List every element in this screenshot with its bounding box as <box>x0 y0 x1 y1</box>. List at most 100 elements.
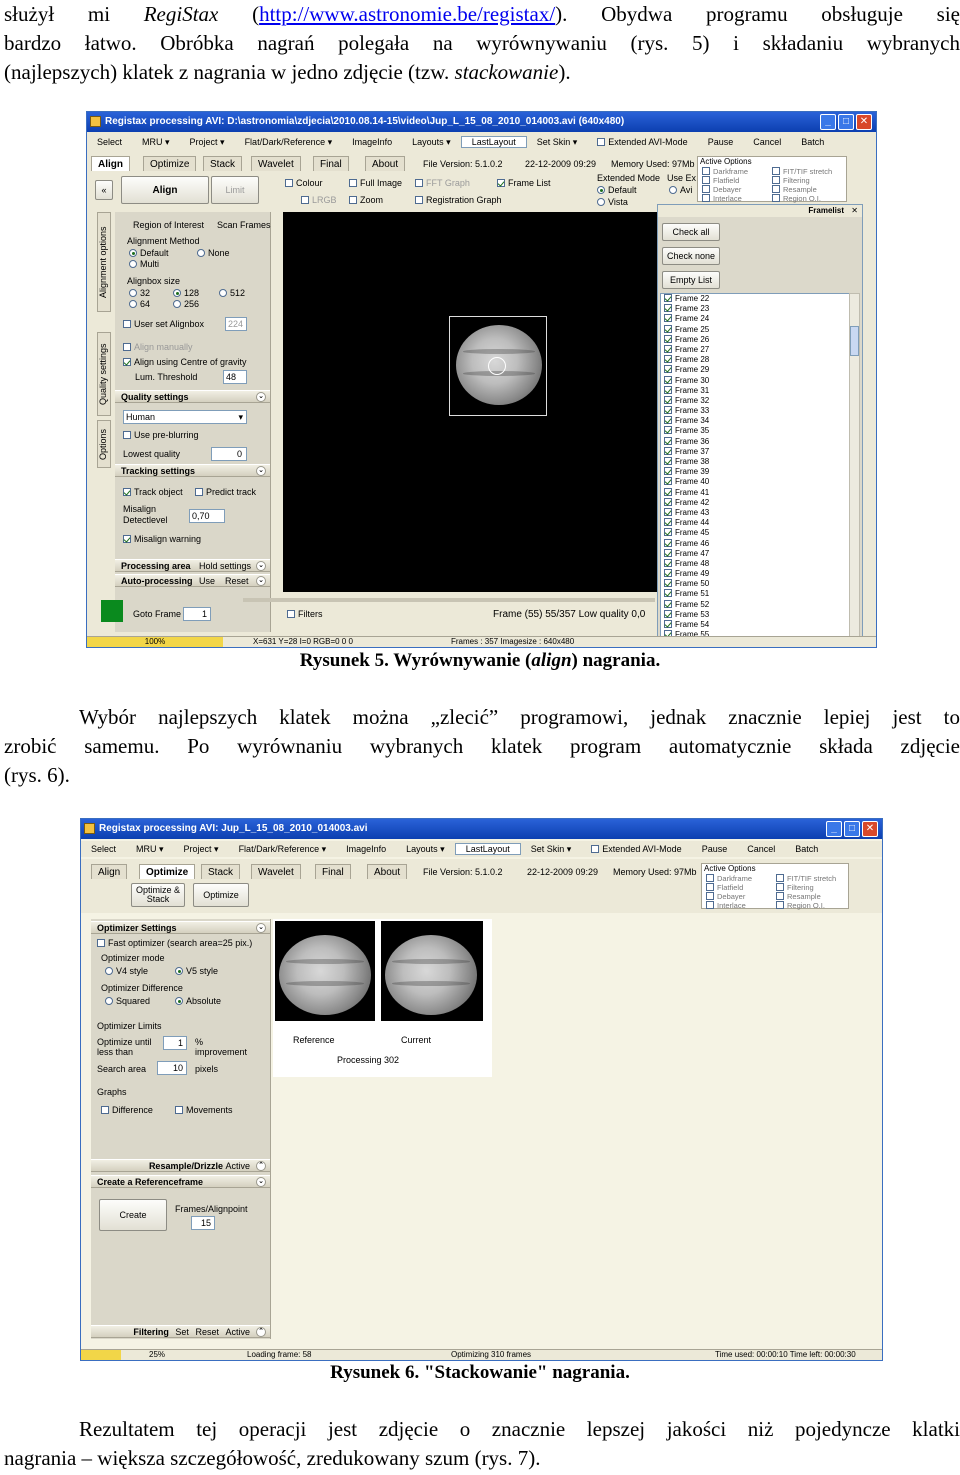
interlace-checkbox[interactable]: Interlace <box>702 194 742 203</box>
framelist-item[interactable]: Frame 54 <box>661 620 849 630</box>
framelist-item[interactable]: Frame 39 <box>661 467 849 477</box>
filtering-header[interactable]: Filtering Set Reset Active ⌃ <box>91 1325 270 1338</box>
framelist-item[interactable]: Frame 43 <box>661 507 849 518</box>
pause-button[interactable]: Pause <box>692 844 738 854</box>
size-512-radio[interactable]: 512 <box>219 288 245 298</box>
framelist-item[interactable]: Frame 46 <box>661 538 849 549</box>
debayer-checkbox[interactable]: Debayer <box>702 185 741 194</box>
menu-flat-dark-reference[interactable]: Flat/Dark/Reference ▾ <box>229 844 337 855</box>
collapse-chevron-icon[interactable]: ⌄ <box>256 392 266 402</box>
collapse-chevron-icon[interactable]: ⌄ <box>256 561 266 571</box>
framelist-item[interactable]: Frame 37 <box>661 446 849 457</box>
create-referenceframe-header[interactable]: Create a Referenceframe ⌄ <box>91 1175 270 1188</box>
menu-project[interactable]: Project ▾ <box>180 137 235 148</box>
fit-tif-stretch-checkbox[interactable]: FIT/TIF stretch <box>772 167 832 176</box>
framelist-item[interactable]: Frame 50 <box>661 579 849 589</box>
tab-stack[interactable]: Stack <box>201 864 241 879</box>
vista-radio[interactable]: Vista <box>597 197 628 207</box>
flatfield-checkbox[interactable]: Flatfield <box>706 883 743 892</box>
tab-optimize[interactable]: Optimize <box>139 864 196 879</box>
close-icon[interactable]: ✕ <box>856 114 872 130</box>
framelist-item[interactable]: Frame 51 <box>661 589 849 599</box>
lastlayout-select[interactable]: LastLayout <box>460 136 527 148</box>
framelist-item[interactable]: Frame 34 <box>661 416 849 426</box>
extended-avi-mode-checkbox[interactable]: Extended AVI-Mode <box>581 844 691 854</box>
framelist-item[interactable]: Frame 38 <box>661 457 849 467</box>
menu-select[interactable]: Select <box>81 844 126 854</box>
size-64-radio[interactable]: 64 <box>129 299 150 309</box>
empty-list-button[interactable]: Empty List <box>662 271 720 289</box>
absolute-radio[interactable]: Absolute <box>175 996 221 1006</box>
menu-imageinfo[interactable]: ImageInfo <box>336 844 396 854</box>
v4-style-radio[interactable]: V4 style <box>105 966 148 976</box>
alignbox-value-field[interactable]: 224 <box>225 317 247 331</box>
resample-checkbox[interactable]: Resample <box>776 892 821 901</box>
registax-link[interactable]: http://www.astronomie.be/registax/ <box>259 2 555 26</box>
menu-set-skin[interactable]: Set Skin ▾ <box>521 844 582 855</box>
difference-checkbox[interactable]: Difference <box>101 1105 153 1115</box>
misalign-warning-checkbox[interactable]: Misalign warning <box>123 534 201 544</box>
framelist-item[interactable]: Frame 42 <box>661 497 849 508</box>
create-button[interactable]: Create <box>99 1199 167 1231</box>
tab-final[interactable]: Final <box>313 156 349 171</box>
collapse-chevron-icon[interactable]: ⌄ <box>256 1177 266 1187</box>
size-256-radio[interactable]: 256 <box>173 299 199 309</box>
maximize-icon[interactable]: □ <box>838 114 854 130</box>
framelist-item[interactable]: Frame 29 <box>661 365 849 375</box>
colour-checkbox[interactable]: Colour <box>285 178 323 188</box>
framelist-scrollbar[interactable] <box>849 293 860 643</box>
menu-mru[interactable]: MRU ▾ <box>132 137 180 148</box>
collapse-chevron-icon[interactable]: « <box>95 180 113 200</box>
resample-checkbox[interactable]: Resample <box>772 185 817 194</box>
use-preblurring-checkbox[interactable]: Use pre-blurring <box>123 430 199 440</box>
framelist-item[interactable]: Frame 28 <box>661 355 849 365</box>
method-default-radio[interactable]: Default <box>129 248 169 258</box>
interlace-checkbox[interactable]: Interlace <box>706 901 746 910</box>
filtering-checkbox[interactable]: Filtering <box>772 176 810 185</box>
tab-options[interactable]: Options <box>97 420 111 468</box>
track-object-checkbox[interactable]: Track object <box>123 487 183 497</box>
batch-button[interactable]: Batch <box>791 137 834 147</box>
extended-avi-mode-checkbox[interactable]: Extended AVI-Mode <box>587 137 697 147</box>
framelist-item[interactable]: Frame 52 <box>661 599 849 610</box>
region-oi-checkbox[interactable]: Region O.I. <box>772 194 821 203</box>
check-none-button[interactable]: Check none <box>662 247 720 265</box>
menu-flat-dark-reference[interactable]: Flat/Dark/Reference ▾ <box>235 137 343 148</box>
tab-quality-settings[interactable]: Quality settings <box>97 332 111 416</box>
tab-align[interactable]: Align <box>91 864 128 879</box>
filtering-checkbox[interactable]: Filtering <box>776 883 814 892</box>
framelist-item[interactable]: Frame 30 <box>661 375 849 386</box>
tracking-settings-header[interactable]: Tracking settings ⌄ <box>115 464 270 477</box>
limit-button[interactable]: Limit <box>211 176 259 204</box>
optimize-and-stack-button[interactable]: Optimize & Stack <box>131 883 185 907</box>
framelist-item[interactable]: Frame 26 <box>661 334 849 345</box>
fft-graph-checkbox[interactable]: FFT Graph <box>415 178 470 188</box>
collapse-chevron-icon[interactable]: ⌄ <box>256 466 266 476</box>
close-icon[interactable]: ✕ <box>851 205 858 217</box>
frames-alignpoint-field[interactable]: 15 <box>191 1216 215 1230</box>
auto-processing-header[interactable]: Auto-processing Use Reset ⌄ <box>115 574 270 587</box>
framelist-item[interactable]: Frame 45 <box>661 528 849 538</box>
minimize-icon[interactable]: _ <box>826 821 842 837</box>
registration-graph-checkbox[interactable]: Registration Graph <box>415 195 502 205</box>
fast-optimizer-checkbox[interactable]: Fast optimizer (search area=25 pix.) <box>97 938 252 948</box>
tab-about[interactable]: About <box>367 864 408 879</box>
frame-slider[interactable] <box>243 598 655 602</box>
size-32-radio[interactable]: 32 <box>129 288 150 298</box>
resample-drizzle-header[interactable]: Resample/Drizzle Active ⌃ <box>91 1159 270 1172</box>
framelist-item[interactable]: Frame 40 <box>661 477 849 487</box>
menu-imageinfo[interactable]: ImageInfo <box>342 137 402 147</box>
lrgb-checkbox[interactable]: LRGB <box>301 195 337 205</box>
tab-stack[interactable]: Stack <box>203 156 243 171</box>
framelist-item[interactable]: Frame 53 <box>661 609 849 620</box>
batch-button[interactable]: Batch <box>785 844 828 854</box>
avi-radio[interactable]: Avi <box>669 185 692 195</box>
optimizer-settings-header[interactable]: Optimizer Settings ⌄ <box>91 921 270 934</box>
v5-style-radio[interactable]: V5 style <box>175 966 218 976</box>
framelist-item[interactable]: Frame 25 <box>661 324 849 335</box>
minimize-icon[interactable]: _ <box>820 114 836 130</box>
collapse-chevron-icon[interactable]: ⌄ <box>256 576 266 586</box>
framelist-item[interactable]: Frame 41 <box>661 487 849 498</box>
collapse-chevron-icon[interactable]: ⌃ <box>256 1161 266 1171</box>
align-button[interactable]: Align <box>121 176 209 204</box>
